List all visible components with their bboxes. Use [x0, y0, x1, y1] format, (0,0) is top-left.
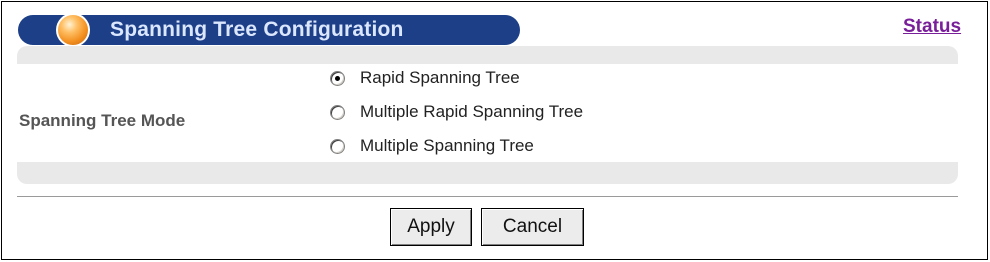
- apply-button[interactable]: Apply: [390, 208, 472, 246]
- mode-option-rapid[interactable]: Rapid Spanning Tree: [330, 66, 520, 90]
- mode-option-label: Multiple Spanning Tree: [360, 136, 534, 155]
- title-bar: Spanning Tree Configuration: [18, 13, 520, 47]
- status-link[interactable]: Status: [903, 16, 961, 38]
- mode-option-label: Rapid Spanning Tree: [360, 68, 520, 87]
- divider: [17, 196, 958, 197]
- cancel-button[interactable]: Cancel: [481, 208, 584, 246]
- mode-option-label: Multiple Rapid Spanning Tree: [360, 102, 584, 121]
- config-panel: Spanning Tree Mode Rapid Spanning Tree M…: [17, 46, 958, 184]
- radio-button-icon[interactable]: [330, 70, 345, 86]
- mode-option-multiple-rapid[interactable]: Multiple Rapid Spanning Tree: [330, 100, 583, 124]
- radio-button-icon[interactable]: [330, 138, 345, 154]
- radio-button-icon[interactable]: [330, 104, 345, 120]
- page-title: Spanning Tree Configuration: [110, 18, 404, 41]
- mode-option-multiple[interactable]: Multiple Spanning Tree: [330, 134, 534, 158]
- orb-icon: [56, 13, 90, 47]
- spanning-tree-mode-label: Spanning Tree Mode: [19, 111, 186, 130]
- config-inner: Spanning Tree Mode Rapid Spanning Tree M…: [17, 64, 958, 162]
